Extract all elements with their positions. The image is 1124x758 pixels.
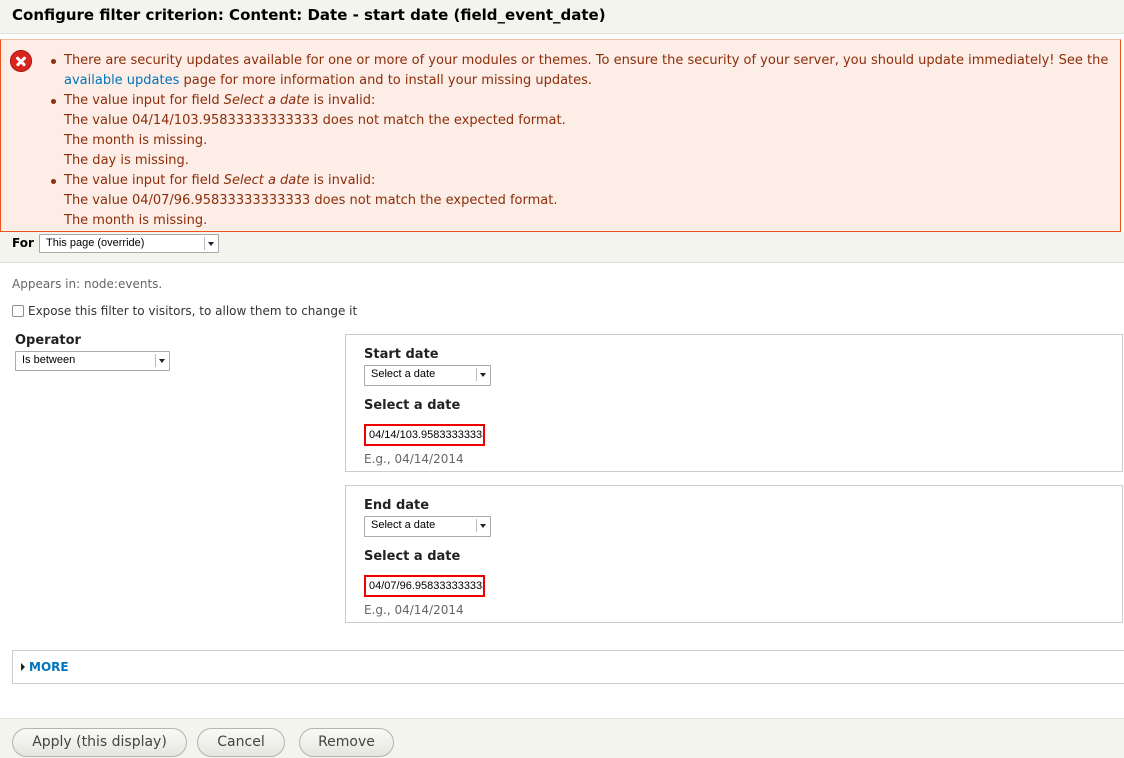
expose-filter-option[interactable]: Expose this filter to visitors, to allow… [12,304,357,318]
caret-right-icon [21,663,25,671]
error-message-1: The value input for field Select a date … [49,91,1108,111]
end-select-date-label: Select a date [364,549,461,564]
error-2-line-2: The month is missing. [64,213,208,228]
button-bar: Apply (this display) Cancel Remove [0,718,1124,758]
security-message: There are security updates available for… [49,51,1108,91]
start-date-label: Start date [364,347,439,362]
error-list: There are security updates available for… [49,51,1108,231]
start-date-fieldset: Start date Select a date Select a date 0… [345,334,1123,472]
error-1-line-1: The value 04/14/103.95833333333333 does … [64,113,566,128]
start-date-type-select[interactable]: Select a date [364,365,491,386]
expose-label: Expose this filter to visitors, to allow… [28,304,358,318]
error-2-line-1: The value 04/07/96.95833333333333 does n… [64,193,558,208]
end-date-fieldset: End date Select a date Select a date 04/… [345,485,1123,623]
available-updates-link[interactable]: available updates [64,73,179,88]
apply-button[interactable]: Apply (this display) [12,728,187,757]
error-1-line-3: The day is missing. [64,153,189,168]
remove-button[interactable]: Remove [299,728,394,757]
error-icon [10,50,32,72]
dialog-titlebar: Configure filter criterion: Content: Dat… [0,0,1124,34]
operator-select[interactable]: Is between [15,351,170,371]
end-date-type-select[interactable]: Select a date [364,516,491,537]
more-fieldset[interactable]: MORE [12,650,1124,684]
expose-checkbox[interactable] [12,305,24,317]
for-display-select[interactable]: This page (override) [39,234,219,253]
end-date-input[interactable]: 04/07/96.95833333333333 [364,575,485,597]
end-date-label: End date [364,498,430,513]
end-date-hint: E.g., 04/14/2014 [364,603,464,617]
override-bar: For This page (override) [0,232,1124,263]
appears-in-text: Appears in: node:events. [12,277,163,291]
chevron-down-icon [476,519,488,532]
error-message-2: The value input for field Select a date … [49,171,1108,191]
start-select-date-label: Select a date [364,398,461,413]
start-date-input[interactable]: 04/14/103.95833333333333 [364,424,485,446]
operator-label: Operator [15,333,81,348]
cancel-button[interactable]: Cancel [197,728,285,757]
chevron-down-icon [155,354,167,367]
start-date-hint: E.g., 04/14/2014 [364,452,464,466]
more-toggle[interactable]: MORE [29,660,69,674]
error-messages: There are security updates available for… [0,39,1121,232]
chevron-down-icon [204,237,216,250]
error-1-line-2: The month is missing. [64,133,208,148]
dialog-title: Configure filter criterion: Content: Dat… [12,6,606,24]
for-label: For [12,236,34,250]
chevron-down-icon [476,368,488,381]
